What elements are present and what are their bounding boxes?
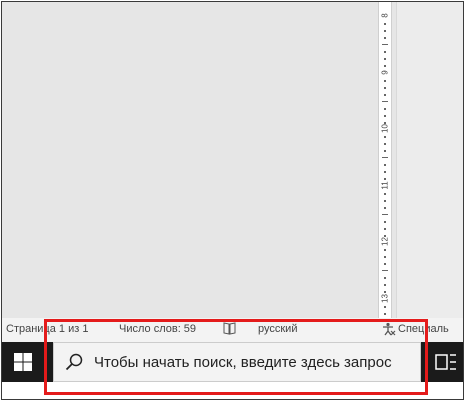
ruler-dot	[384, 87, 386, 89]
ruler-tick	[382, 101, 388, 102]
ruler-dot	[384, 171, 386, 173]
language-status[interactable]: русский	[258, 323, 297, 335]
ruler-number: 12	[380, 237, 390, 246]
ruler-dot	[384, 94, 386, 96]
ruler-dot	[384, 263, 386, 265]
ruler-dot	[384, 51, 386, 53]
page-count-status[interactable]: Страница 1 из 1	[6, 323, 88, 335]
search-placeholder: Чтобы начать поиск, введите здесь запрос	[94, 354, 392, 371]
book-icon[interactable]	[223, 322, 237, 338]
taskbar-search-box[interactable]: Чтобы начать поиск, введите здесь запрос	[53, 342, 421, 382]
ruler-dot	[384, 221, 386, 223]
word-count-status[interactable]: Число слов: 59	[119, 323, 196, 335]
ruler-dot	[384, 30, 386, 32]
ruler-dot	[384, 80, 386, 82]
ruler-dot	[384, 108, 386, 110]
ruler-number: 9	[380, 69, 390, 75]
ruler-tick	[382, 44, 388, 45]
ruler-dot	[384, 313, 386, 315]
taskbar: Чтобы начать поиск, введите здесь запрос	[2, 342, 463, 382]
ruler-dot	[384, 207, 386, 209]
accessibility-icon[interactable]	[382, 322, 396, 339]
ruler-dot	[384, 23, 386, 25]
ruler-dot	[384, 143, 386, 145]
task-view-button[interactable]	[430, 342, 463, 382]
search-icon	[64, 352, 84, 377]
ruler-tick	[382, 214, 388, 215]
right-margin-area	[396, 2, 463, 318]
ruler-dot	[384, 228, 386, 230]
ruler-dot	[384, 58, 386, 60]
app-window: 8 9 10 11 12 13 Страница 1 из 1 Число слов: 5…	[1, 1, 464, 400]
ruler-tick	[382, 270, 388, 271]
ruler-tick	[382, 157, 388, 158]
start-button[interactable]	[2, 342, 45, 382]
ruler-dot	[384, 284, 386, 286]
windows-logo-icon	[14, 353, 32, 371]
screen-bottom	[2, 382, 463, 399]
ruler-dot	[384, 150, 386, 152]
ruler-number: 13	[380, 293, 390, 303]
status-bar: Страница 1 из 1 Число слов: 59 русский С…	[2, 318, 463, 342]
ruler-dot	[384, 249, 386, 251]
ruler-dot	[384, 115, 386, 117]
document-canvas[interactable]	[2, 2, 373, 318]
ruler-dot	[384, 164, 386, 166]
task-view-icon	[435, 354, 456, 370]
vertical-ruler[interactable]: 8 9 10 11 12 13	[373, 2, 396, 318]
ruler-dot	[384, 256, 386, 258]
ruler-dot	[384, 277, 386, 279]
ruler-dot	[384, 136, 386, 138]
ruler-dot	[384, 193, 386, 195]
ruler-number: 8	[380, 13, 390, 18]
accessibility-status[interactable]: Специаль	[398, 323, 449, 335]
ruler-dot	[384, 306, 386, 308]
ruler-dot	[384, 200, 386, 202]
ruler-number: 10	[380, 124, 390, 133]
ruler-dot	[384, 37, 386, 39]
ruler-number: 11	[380, 180, 390, 190]
